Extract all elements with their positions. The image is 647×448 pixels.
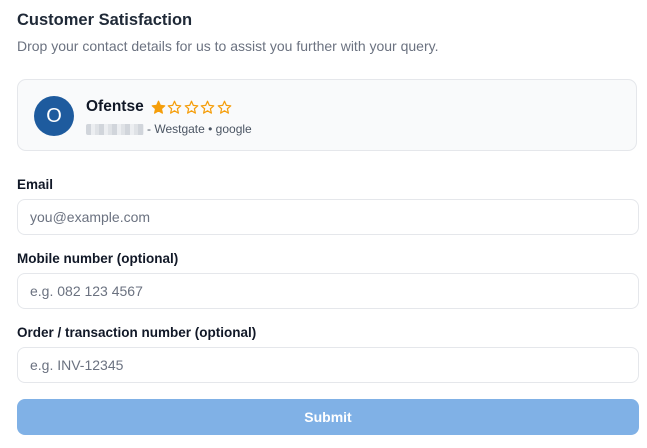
star-outline-icon [184,100,199,114]
order-number-field[interactable] [17,347,639,383]
page-title: Customer Satisfaction [17,11,193,29]
reviewer-name-row: Ofentse [86,98,233,116]
mobile-label: Mobile number (optional) [17,251,179,266]
page-subtitle: Drop your contact details for us to assi… [17,38,439,54]
reviewer-name: Ofentse [86,98,144,115]
order-number-label: Order / transaction number (optional) [17,325,257,340]
avatar: O [34,96,74,136]
star-outline-icon [167,100,182,114]
redacted-phone-number [86,123,144,135]
email-field[interactable] [17,199,639,235]
star-outline-icon [200,100,215,114]
review-source-text: - Westgate • google [147,122,252,136]
review-meta: - Westgate • google [86,122,252,136]
submit-button[interactable]: Submit [17,399,639,435]
mobile-field[interactable] [17,273,639,309]
email-label: Email [17,177,54,192]
star-outline-icon [217,100,232,114]
star-filled-icon [151,100,166,114]
review-card: O Ofentse - Westgate • google [17,79,637,151]
star-rating [151,100,234,115]
